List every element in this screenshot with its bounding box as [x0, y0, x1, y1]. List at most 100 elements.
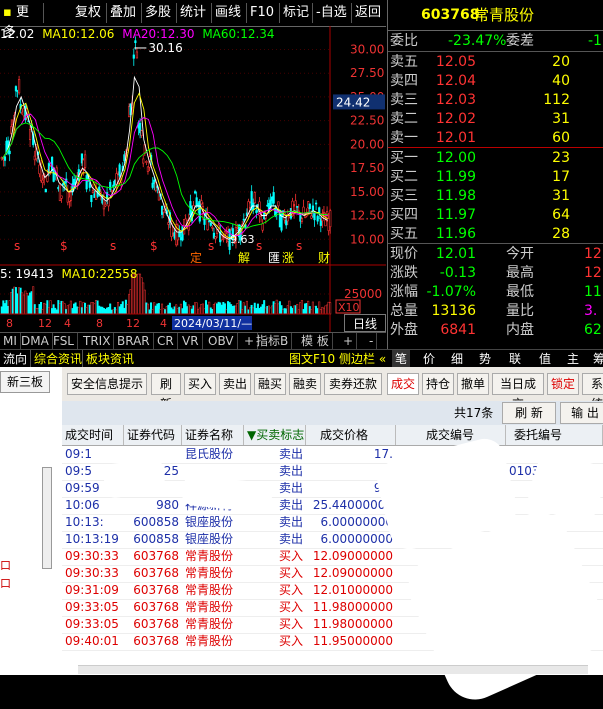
bid-price: 11.97 — [435, 207, 476, 223]
indicator-tab-vr[interactable]: VR — [179, 333, 203, 350]
month-label: 4 — [160, 317, 167, 330]
volume-bar — [271, 305, 274, 315]
indicator-tab-fsl[interactable]: FSL — [50, 333, 78, 350]
kline-chart[interactable]: 30.0027.5025.0022.5020.0017.5015.0012.50… — [0, 26, 386, 266]
col-name[interactable]: 证券名称 — [182, 425, 244, 445]
toolbar-button-mark[interactable]: 标记 — [280, 3, 313, 23]
lock-button[interactable]: 锁定 — [547, 373, 579, 395]
toolbar-button-draw[interactable]: 画线 — [212, 3, 247, 23]
volume-bar — [302, 309, 305, 315]
ma20-label: MA20: — [122, 27, 161, 41]
volume-bar — [190, 308, 193, 315]
indicator-tab-b[interactable]: 指标B — [253, 333, 293, 350]
candle-body — [167, 222, 170, 225]
table-refresh-button[interactable]: 刷 新 — [502, 402, 556, 424]
candle-body — [140, 130, 143, 136]
tab-neeq[interactable]: 新三板 — [0, 371, 50, 393]
tab-detail[interactable]: 细 — [448, 350, 466, 368]
volume-bar — [101, 306, 104, 315]
y-tick-label: 12.50 — [350, 209, 384, 223]
indicator-tab-brar[interactable]: BRAR — [114, 333, 154, 350]
candle-body — [310, 215, 313, 219]
tab-sidebar[interactable]: 侧边栏 « — [336, 350, 389, 368]
volume-bar — [156, 303, 159, 315]
period-daily-button[interactable]: 日线 — [344, 314, 386, 332]
tab-value[interactable]: 值 — [536, 350, 554, 368]
ask-row[interactable]: 卖二 12.02 31 — [388, 110, 603, 129]
buy-button[interactable]: 买入 — [184, 373, 216, 395]
volume-bar — [29, 292, 32, 315]
volume-bar — [308, 306, 311, 315]
col-price[interactable]: 成交价格 — [306, 425, 396, 445]
indicator-minus[interactable]: - — [366, 333, 378, 350]
toolbar-button-watchlist[interactable]: -自选 — [313, 3, 352, 23]
margin-buy-button[interactable]: 融买 — [254, 373, 286, 395]
indicator-tab-trix[interactable]: TRIX — [80, 333, 115, 350]
ask-row[interactable]: 卖四 12.04 40 — [388, 72, 603, 91]
toolbar-button-overlay[interactable]: 叠加 — [107, 3, 142, 23]
stat-value: -1.07% — [426, 284, 476, 300]
indicator-tab-cr[interactable]: CR — [154, 333, 178, 350]
toolbar-button-fuquan[interactable]: 复权 — [72, 3, 107, 23]
bid-row[interactable]: 买五 11.96 28 — [388, 225, 603, 244]
volume-bar — [14, 287, 17, 315]
indicator-tab-dma[interactable]: DMA — [18, 333, 53, 350]
indicator-template[interactable]: 模 板 — [298, 333, 333, 350]
candle-body — [60, 195, 63, 199]
toolbar-button-back[interactable]: 返回 — [352, 3, 386, 23]
margin-sell-button[interactable]: 融卖 — [289, 373, 321, 395]
tab-tick[interactable]: 笔 — [392, 350, 411, 368]
sell-repay-button[interactable]: 卖券还款 — [324, 373, 382, 395]
volume-bar — [30, 291, 33, 315]
toolbar-button-multi[interactable]: 多股 — [142, 3, 177, 23]
ask-row[interactable]: 卖三 12.03 112 — [388, 91, 603, 110]
volume-bar — [315, 305, 318, 315]
more-menu-button[interactable]: ▪ 更多 — [0, 3, 44, 40]
sell-button[interactable]: 卖出 — [219, 373, 251, 395]
indicator-tab-obv[interactable]: OBV — [205, 333, 238, 350]
cancel-order-tab[interactable]: 撤单 — [457, 373, 489, 395]
col-code[interactable]: 证券代码 — [124, 425, 182, 445]
tab-flow[interactable]: 流向 — [0, 350, 30, 368]
table-output-button[interactable]: 输 出 — [560, 402, 603, 424]
stat-label: 最低 — [506, 284, 534, 300]
toolbar-button-f10[interactable]: F10 — [247, 3, 280, 23]
stat-value: 11. — [584, 284, 603, 300]
left-scrollbar[interactable] — [42, 467, 52, 569]
tab-trend[interactable]: 势 — [476, 350, 494, 368]
indicator-plus[interactable]: + — [340, 333, 358, 350]
volume-bar — [327, 301, 330, 315]
refresh-button[interactable]: 刷新 — [151, 373, 181, 411]
safety-info-button[interactable]: 安全信息提示 — [67, 373, 147, 395]
bid-row[interactable]: 买二 11.99 17 — [388, 168, 603, 187]
volume-ma10-value: 22558 — [99, 267, 138, 281]
bid-row[interactable]: 买四 11.97 64 — [388, 206, 603, 225]
bid-label: 买四 — [390, 207, 418, 223]
table-row[interactable]: 10:06980祥源新材卖出25.44000000 — [62, 497, 603, 515]
deals-tab[interactable]: 成交 — [387, 373, 419, 395]
col-deal-time[interactable]: 成交时间 — [62, 425, 124, 445]
volume-bar — [194, 302, 197, 315]
today-deals-tab[interactable]: 当日成交 — [492, 373, 544, 411]
stat-label: 内盘 — [506, 322, 534, 338]
col-order-no[interactable]: 委托编号 — [506, 425, 603, 445]
tab-main[interactable]: 主 — [564, 350, 582, 368]
system-button[interactable]: 系统 — [582, 373, 603, 411]
tab-link[interactable]: 联 — [506, 350, 524, 368]
toolbar-button-stats[interactable]: 统计 — [177, 3, 212, 23]
col-side[interactable]: ▼买卖标志 — [244, 425, 306, 445]
tab-f10[interactable]: 图文F10 — [286, 350, 338, 368]
bid-row[interactable]: 买一 12.00 23 — [388, 149, 603, 168]
tab-price[interactable]: 价 — [420, 350, 438, 368]
bid-row[interactable]: 买三 11.98 31 — [388, 187, 603, 206]
ask-row[interactable]: 卖五 12.05 20 — [388, 53, 603, 72]
tab-news[interactable]: 综合资讯 — [30, 350, 85, 368]
tab-chips[interactable]: 筹 — [590, 350, 603, 368]
tab-sector-news[interactable]: 板块资讯 — [82, 350, 137, 368]
ask-row[interactable]: 卖一 12.01 60 — [388, 129, 603, 148]
positions-tab[interactable]: 持仓 — [422, 373, 454, 395]
horizontal-scrollbar[interactable] — [78, 665, 588, 674]
candle-body — [69, 190, 73, 201]
candle-body — [44, 188, 47, 193]
bid-label: 买二 — [390, 169, 418, 185]
